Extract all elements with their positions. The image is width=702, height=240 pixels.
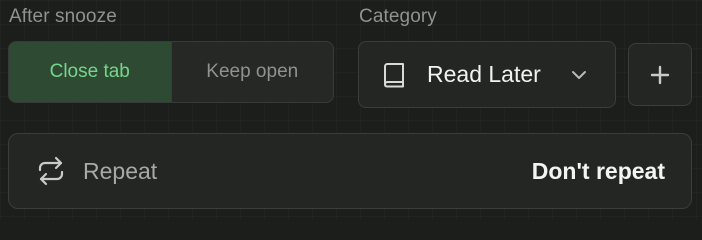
- after-snooze-segmented-control: Close tab Keep open: [8, 41, 334, 103]
- add-category-button[interactable]: [628, 43, 692, 106]
- category-value: Read Later: [427, 61, 541, 87]
- repeat-row[interactable]: Repeat Don't repeat: [8, 133, 692, 209]
- close-tab-option[interactable]: Close tab: [9, 42, 172, 102]
- category-label: Category: [359, 6, 437, 27]
- keep-open-option[interactable]: Keep open: [172, 42, 334, 102]
- repeat-value: Don't repeat: [531, 157, 665, 184]
- repeat-icon: [38, 156, 64, 186]
- after-snooze-label: After snooze: [9, 6, 117, 27]
- repeat-label: Repeat: [83, 157, 158, 184]
- category-select[interactable]: Read Later: [358, 41, 616, 108]
- chevron-down-icon: [572, 71, 586, 79]
- plus-icon: [650, 65, 670, 84]
- book-icon: [384, 62, 404, 87]
